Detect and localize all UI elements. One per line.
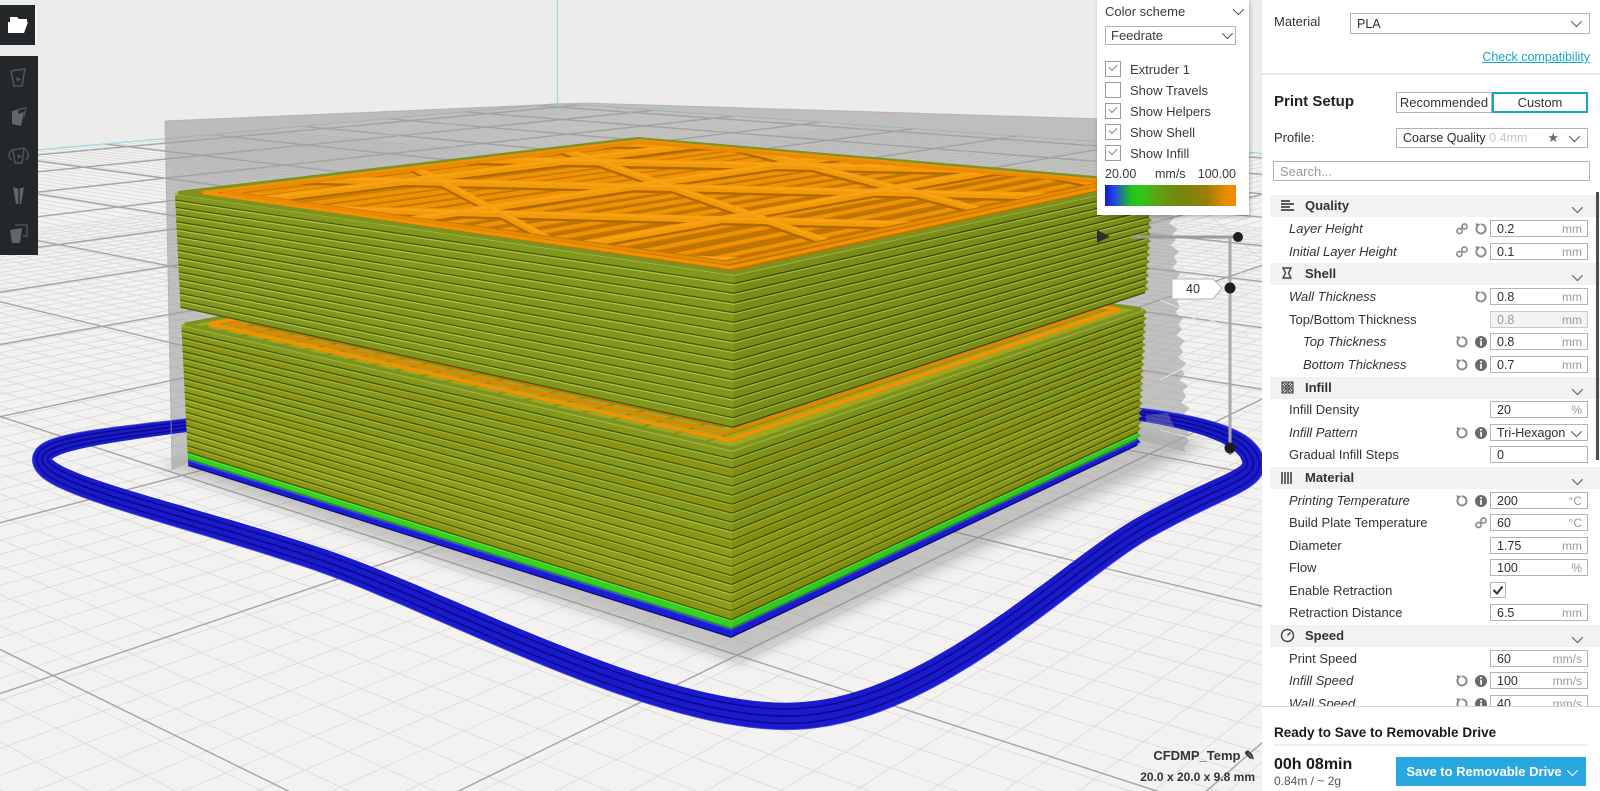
- svg-text:40: 40: [1186, 282, 1200, 296]
